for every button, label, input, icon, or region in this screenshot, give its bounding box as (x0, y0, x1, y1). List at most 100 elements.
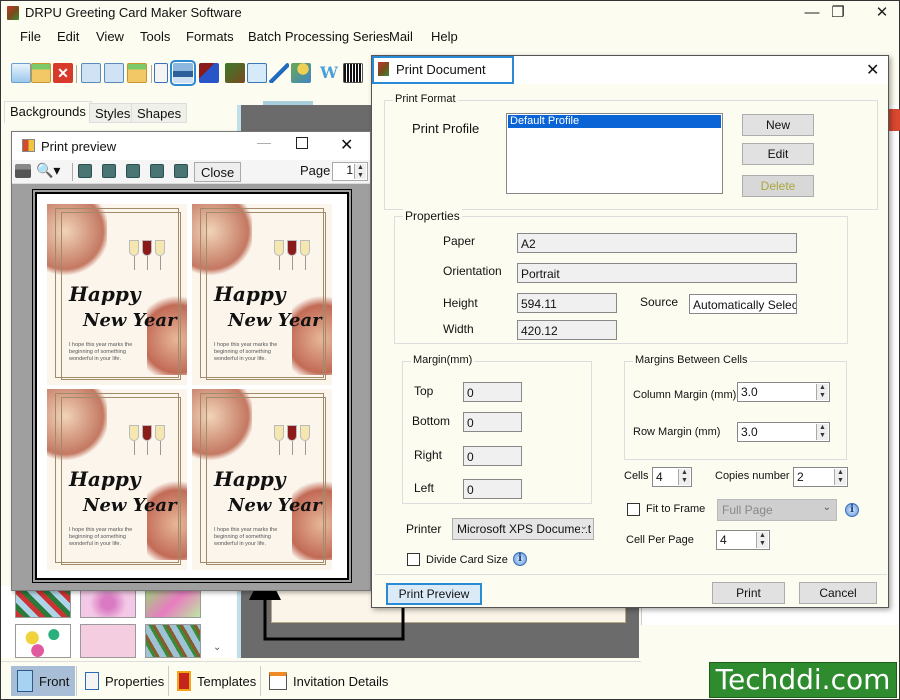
menu-bar: File Edit View Tools Formats Batch Proce… (1, 25, 900, 47)
six-pages-icon[interactable] (174, 164, 188, 178)
menu-formats[interactable]: Formats (186, 29, 234, 44)
two-pages-icon[interactable] (102, 164, 116, 178)
tab-invitation-details-label: Invitation Details (293, 673, 389, 689)
cell-per-page-input[interactable]: 4 ▲ ▼ (716, 530, 770, 550)
new-profile-button[interactable]: New (742, 114, 814, 136)
menu-help[interactable]: Help (431, 29, 458, 44)
print-document-dialog: Print Document ✕ Print Format Print Prof… (371, 55, 889, 608)
print-profile-list[interactable]: Default Profile (506, 113, 723, 194)
thumbnail[interactable] (145, 624, 201, 658)
copies-input[interactable]: 2 ▲ ▼ (793, 467, 848, 487)
group-label: Margin(mm) (411, 354, 475, 366)
thumbnail[interactable] (145, 588, 201, 618)
menu-batch-processing[interactable]: Batch Processing Series (248, 29, 390, 44)
bottom-tabs: Front Properties Templates Invitation De… (1, 661, 641, 699)
wordart-icon[interactable]: W (319, 63, 339, 83)
tab-shapes[interactable]: Shapes (131, 103, 188, 123)
group-label: Properties (403, 209, 462, 223)
info-icon[interactable]: i (513, 552, 527, 566)
margin-top-label: Top (414, 384, 434, 398)
one-page-icon[interactable] (78, 164, 92, 178)
thumbnail[interactable] (80, 588, 136, 618)
margin-right-field[interactable]: 0 (463, 446, 522, 466)
scroll-down-icon[interactable]: ⌄ (213, 642, 221, 653)
thumbnail[interactable] (15, 588, 71, 618)
close-icon[interactable]: ✕ (340, 135, 353, 155)
print-preview-icon (22, 139, 35, 152)
cancel-button[interactable]: Cancel (799, 582, 877, 604)
pen-icon[interactable] (269, 63, 289, 83)
close-icon[interactable]: ✕ (866, 60, 879, 80)
tab-backgrounds[interactable]: Backgrounds (4, 101, 92, 123)
close-icon[interactable]: ✕ (867, 3, 897, 23)
divide-card-size-label: Divide Card Size (426, 554, 508, 566)
shapes-icon[interactable] (291, 63, 311, 83)
card-preview: Happy New Year I hope this year marks th… (192, 389, 332, 570)
tab-templates[interactable]: Templates (171, 666, 262, 696)
print-preview-close-button[interactable]: Close (194, 162, 242, 182)
height-field: 594.11 (517, 293, 617, 313)
barcode-icon[interactable] (343, 63, 363, 83)
close-panel-icon[interactable] (888, 109, 900, 131)
tab-templates-label: Templates (197, 673, 257, 689)
printer-select[interactable]: Microsoft XPS Document ⌄ (452, 518, 594, 540)
margin-bottom-field[interactable]: 0 (463, 412, 522, 432)
delete-profile-button: Delete (742, 175, 814, 197)
menu-mail[interactable]: Mail (389, 29, 413, 44)
layers-icon[interactable] (199, 63, 219, 83)
preview-sheet: Happy New Year I hope this year marks th… (32, 189, 352, 583)
menu-tools[interactable]: Tools (140, 29, 170, 44)
save-as-icon[interactable] (104, 63, 124, 83)
print-button[interactable]: Print (712, 582, 785, 604)
tab-invitation-details[interactable]: Invitation Details (263, 666, 394, 696)
column-margin-input[interactable]: 3.0 ▲ ▼ (737, 382, 830, 402)
close-doc-icon[interactable]: ✕ (53, 63, 73, 83)
print-preview-button[interactable]: Print Preview (386, 583, 482, 605)
thumbnail[interactable] (15, 624, 71, 658)
insert-image-icon[interactable] (247, 63, 267, 83)
card-message: I hope this year marks the beginning of … (214, 342, 278, 362)
print-icon[interactable] (15, 164, 31, 178)
minimize-icon[interactable]: — (257, 134, 271, 150)
cells-input[interactable]: 4 ▲ ▼ (652, 467, 692, 487)
restore-icon[interactable]: ❐ (823, 3, 853, 23)
edit-profile-button[interactable]: Edit (742, 143, 814, 165)
fit-to-frame-checkbox[interactable] (627, 503, 640, 516)
card-message: I hope this year marks the beginning of … (69, 527, 133, 547)
three-pages-icon[interactable] (126, 164, 140, 178)
four-pages-icon[interactable] (150, 164, 164, 178)
print-profile-label: Print Profile (412, 121, 480, 136)
maximize-icon[interactable] (296, 137, 308, 149)
tab-front-label: Front (39, 673, 70, 689)
profile-item[interactable]: Default Profile (508, 115, 721, 128)
image-icon[interactable] (225, 63, 245, 83)
menu-file[interactable]: File (20, 29, 41, 44)
open-icon[interactable] (31, 63, 51, 83)
page-number-input[interactable]: 1 ▲ ▼ (332, 162, 368, 181)
menu-edit[interactable]: Edit (57, 29, 79, 44)
divide-card-size-checkbox[interactable] (407, 553, 420, 566)
card-preview: Happy New Year I hope this year marks th… (47, 389, 187, 570)
new-icon[interactable] (11, 63, 31, 83)
row-margin-input[interactable]: 3.0 ▲ ▼ (737, 422, 830, 442)
card-preview: Happy New Year I hope this year marks th… (192, 204, 332, 385)
tab-properties[interactable]: Properties (79, 666, 170, 696)
menu-view[interactable]: View (96, 29, 124, 44)
orientation-field: Portrait (517, 263, 797, 283)
info-icon[interactable]: i (845, 503, 859, 517)
print-icon[interactable] (170, 60, 196, 86)
margin-top-field[interactable]: 0 (463, 382, 522, 402)
properties-icon[interactable] (154, 63, 168, 83)
group-label: Print Format (393, 93, 458, 105)
card-subheading: New Year (228, 310, 322, 331)
save-icon[interactable] (81, 63, 101, 83)
print-format-group: Print Format Print Profile Default Profi… (384, 93, 878, 210)
thumbnail[interactable] (80, 624, 136, 658)
open-folder-icon[interactable] (127, 63, 147, 83)
zoom-icon[interactable]: 🔍▾ (36, 162, 60, 179)
properties-icon (85, 672, 99, 690)
tab-front[interactable]: Front (11, 666, 76, 696)
margin-group: Margin(mm) Top 0 Bottom 0 Right 0 Left 0 (402, 354, 592, 504)
margin-left-field[interactable]: 0 (463, 479, 522, 499)
tab-styles[interactable]: Styles (89, 103, 137, 123)
